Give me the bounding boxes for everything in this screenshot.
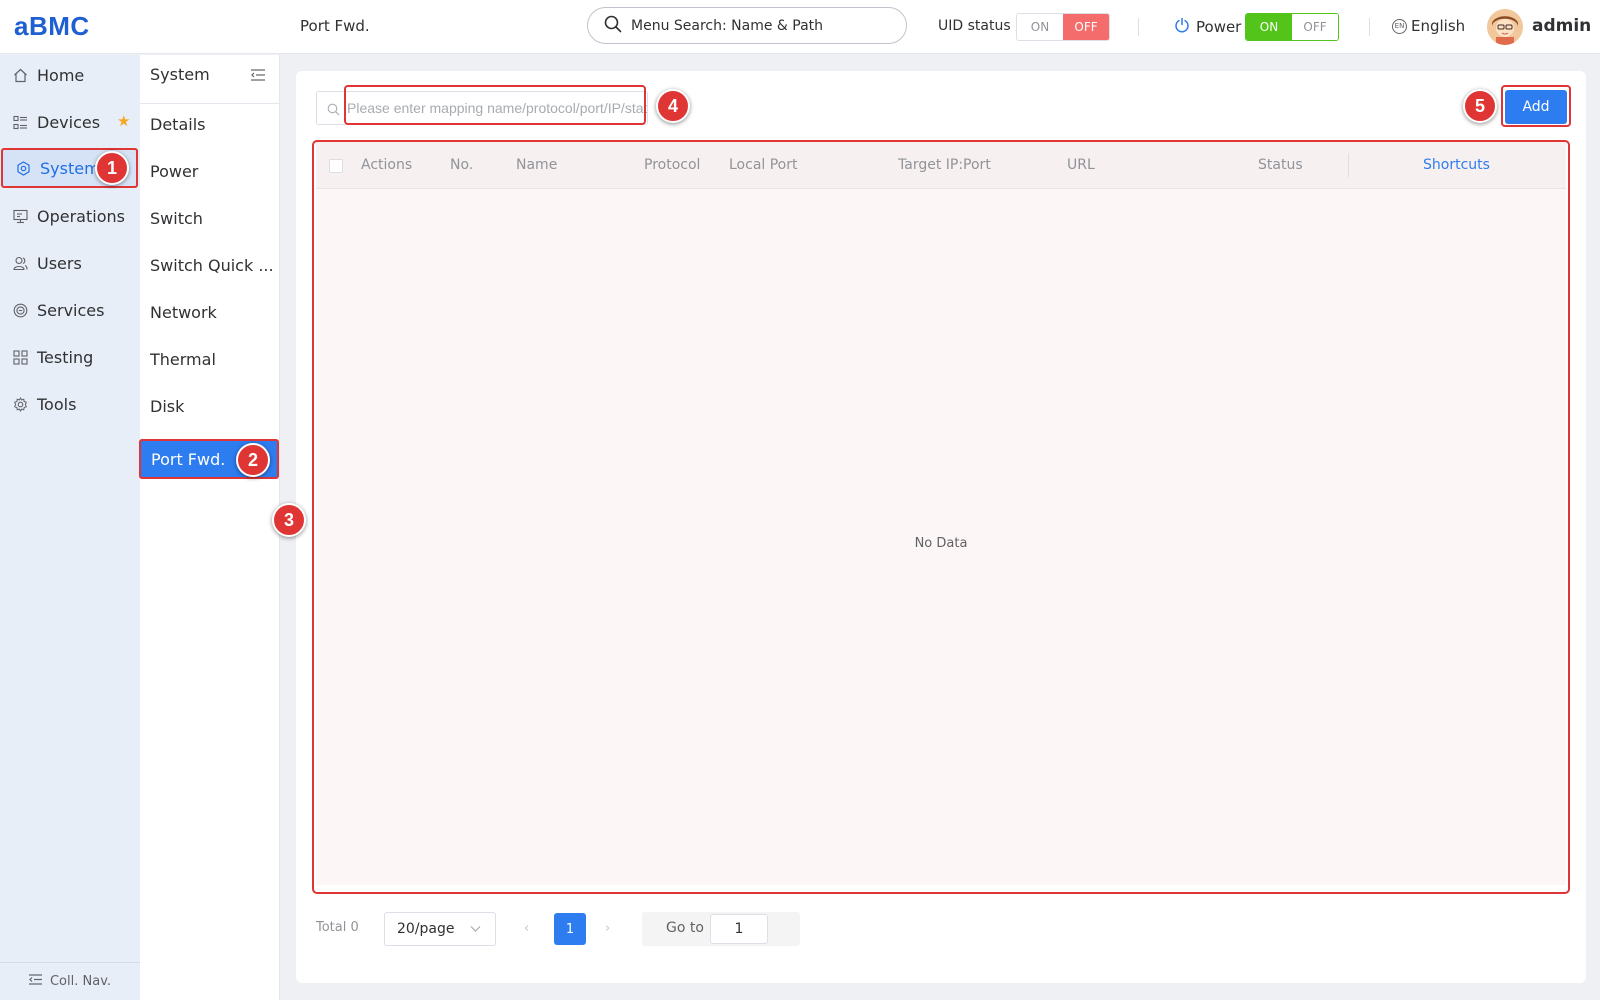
breadcrumb: Port Fwd. <box>300 17 370 35</box>
subnav-item-disk[interactable]: Disk <box>140 386 280 426</box>
column-header-status: Status <box>1258 157 1303 173</box>
prev-page-button[interactable]: ‹ <box>524 921 529 936</box>
nav-item-label: Operations <box>37 206 125 226</box>
power-off-option[interactable]: OFF <box>1292 14 1338 40</box>
search-icon <box>604 15 622 37</box>
services-icon <box>12 302 28 318</box>
nav-item-label: Services <box>37 300 105 320</box>
step-marker-4: 4 <box>656 89 690 123</box>
username[interactable]: admin <box>1532 16 1591 36</box>
next-page-button[interactable]: › <box>605 921 610 936</box>
page-number-button[interactable]: 1 <box>554 913 586 945</box>
secondary-nav-title: System <box>150 65 210 84</box>
language-selector[interactable]: EN English <box>1392 17 1465 35</box>
nav-item-label: Home <box>37 65 85 85</box>
header-divider <box>1138 18 1139 36</box>
table-header: Actions No. Name Protocol Local Port Tar… <box>316 141 1566 189</box>
add-button[interactable]: Add <box>1505 90 1567 124</box>
subnav-item-thermal[interactable]: Thermal <box>140 339 280 379</box>
goto-label: Go to <box>666 920 704 936</box>
power-icon <box>1174 17 1190 37</box>
star-icon[interactable]: ★ <box>117 112 130 130</box>
subnav-item-details[interactable]: Details <box>140 104 280 144</box>
subnav-item-switch[interactable]: Switch <box>140 198 280 238</box>
nav-item-home[interactable]: Home <box>0 55 140 95</box>
empty-state-text: No Data <box>914 536 968 551</box>
mapping-search-input-wrapper[interactable] <box>316 91 648 125</box>
step-marker-5: 5 <box>1463 89 1497 123</box>
subnav-item-network[interactable]: Network <box>140 292 280 332</box>
step-marker-2: 2 <box>236 443 270 477</box>
app-logo[interactable]: aBMC <box>14 11 90 42</box>
column-header-url: URL <box>1067 157 1095 173</box>
nav-item-label: Tools <box>37 394 77 414</box>
page-size-value: 20/page <box>397 921 455 937</box>
nav-item-label: System <box>40 158 100 178</box>
nav-item-operations[interactable]: Operations <box>0 196 140 236</box>
nav-item-label: Devices <box>37 112 101 132</box>
grid-icon <box>12 349 28 365</box>
language-icon: EN <box>1392 18 1407 34</box>
devices-icon <box>12 114 28 130</box>
header-divider <box>1369 18 1370 36</box>
column-divider <box>1348 153 1349 177</box>
menu-search-input[interactable]: Menu Search: Name & Path <box>587 7 907 44</box>
main-content-card: Add Actions No. Name Protocol Local Port… <box>296 71 1586 983</box>
secondary-nav: System Details Power Switch Switch Quick… <box>139 55 280 1000</box>
nav-item-services[interactable]: Services <box>0 290 140 330</box>
page-size-select[interactable]: 20/page <box>384 912 496 946</box>
nav-item-devices[interactable]: Devices ★ <box>0 102 140 142</box>
nav-item-tools[interactable]: Tools <box>0 384 140 424</box>
nav-item-testing[interactable]: Testing <box>0 337 140 377</box>
power-label-text: Power <box>1196 18 1242 36</box>
step-marker-3: 3 <box>272 503 306 537</box>
subnav-item-power[interactable]: Power <box>140 151 280 191</box>
users-icon <box>12 255 28 271</box>
power-on-option[interactable]: ON <box>1246 14 1292 40</box>
primary-nav: Home Devices ★ System Operations Users S… <box>0 55 140 1000</box>
uid-status-toggle[interactable]: ON OFF <box>1016 13 1110 41</box>
language-label: English <box>1411 17 1466 35</box>
power-label: Power <box>1174 17 1241 37</box>
nav-item-label: Testing <box>37 347 94 367</box>
goto-page-input[interactable] <box>710 914 768 944</box>
top-header: aBMC Port Fwd. Menu Search: Name & Path … <box>0 0 1600 54</box>
column-header-no: No. <box>450 157 474 173</box>
column-header-local-port: Local Port <box>729 157 798 173</box>
menu-search-placeholder: Menu Search: Name & Path <box>631 17 824 34</box>
shortcuts-link[interactable]: Shortcuts <box>1423 141 1490 189</box>
uid-off-option[interactable]: OFF <box>1063 14 1109 40</box>
column-header-protocol: Protocol <box>644 157 701 173</box>
collapse-nav-label: Coll. Nav. <box>49 974 112 989</box>
uid-status-label: UID status <box>938 18 1011 34</box>
power-toggle[interactable]: ON OFF <box>1245 13 1339 41</box>
column-header-name: Name <box>516 157 558 173</box>
monitor-icon <box>12 208 28 224</box>
subnav-item-switch-quick[interactable]: Switch Quick ... <box>140 245 280 285</box>
port-forward-table: Actions No. Name Protocol Local Port Tar… <box>316 141 1566 885</box>
system-icon <box>15 160 31 176</box>
column-header-actions: Actions <box>361 157 413 173</box>
total-count: Total 0 <box>316 920 359 935</box>
column-header-target-ip-port: Target IP:Port <box>898 157 991 173</box>
nav-item-label: Users <box>37 253 82 273</box>
nav-item-users[interactable]: Users <box>0 243 140 283</box>
pagination: Total 0 20/page ‹ 1 › Go to <box>316 912 1566 946</box>
collapse-menu-icon[interactable] <box>251 67 265 85</box>
step-marker-1: 1 <box>95 151 129 185</box>
home-icon <box>12 67 28 83</box>
chevron-down-icon <box>470 922 481 938</box>
gear-icon <box>12 396 28 412</box>
collapse-nav-button[interactable]: Coll. Nav. <box>0 962 140 1000</box>
goto-page: Go to <box>642 912 800 946</box>
search-icon <box>327 102 340 120</box>
select-all-checkbox[interactable] <box>329 159 343 173</box>
mapping-search-input[interactable] <box>347 92 647 124</box>
avatar[interactable] <box>1487 9 1523 45</box>
uid-on-option[interactable]: ON <box>1017 14 1063 40</box>
collapse-icon <box>28 974 42 989</box>
